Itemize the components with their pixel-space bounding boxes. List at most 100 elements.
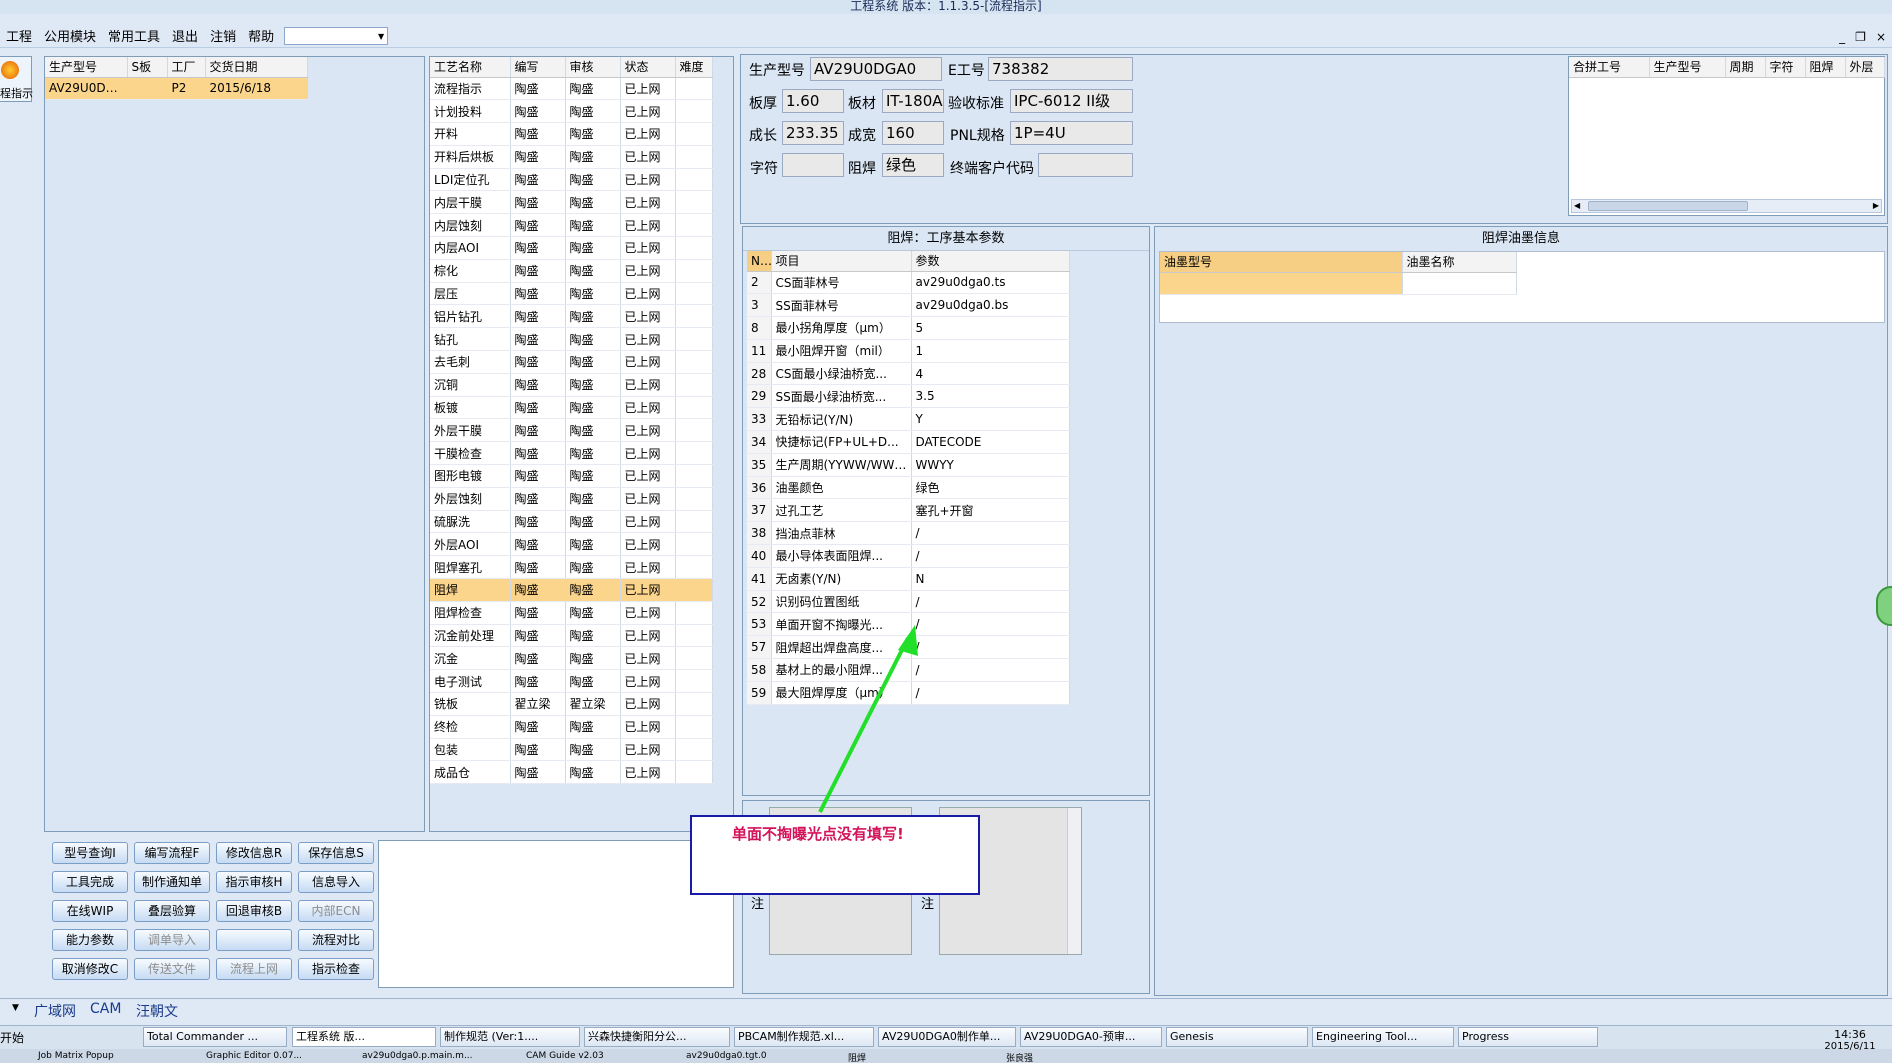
menu-item-common-tools[interactable]: 常用工具: [102, 26, 166, 45]
table-row[interactable]: 28 CS面最小绿油桥宽... 4: [747, 362, 1070, 386]
col-author[interactable]: 编写: [510, 57, 566, 78]
table-row[interactable]: 沉金 陶盛 陶盛 已上网: [430, 646, 713, 671]
width-field[interactable]: 160: [882, 121, 944, 145]
action-button[interactable]: 调单导入: [134, 929, 210, 951]
table-row[interactable]: 52 识别码位置图纸 /: [747, 590, 1070, 614]
table-row[interactable]: 35 生产周期(YYWW/WWYY) WWYY: [747, 453, 1070, 477]
note-scrollbar[interactable]: [1067, 808, 1081, 954]
scroll-left-icon[interactable]: ◀: [1574, 201, 1580, 210]
menu-item-logout[interactable]: 注销: [204, 26, 242, 45]
table-row[interactable]: 内层蚀刻 陶盛 陶盛 已上网: [430, 213, 713, 238]
start-button[interactable]: 开始: [0, 1029, 24, 1046]
col-value[interactable]: 参数: [911, 251, 1070, 272]
table-row[interactable]: 开料后烘板 陶盛 陶盛 已上网: [430, 145, 713, 169]
table-row[interactable]: 层压 陶盛 陶盛 已上网: [430, 282, 713, 306]
col-merge-mask[interactable]: 阻焊: [1805, 57, 1846, 78]
action-button[interactable]: 在线WIP: [52, 900, 128, 922]
table-row[interactable]: 外层蚀刻 陶盛 陶盛 已上网: [430, 487, 713, 511]
col-merge-char[interactable]: 字符: [1765, 57, 1806, 78]
action-button[interactable]: 修改信息R: [216, 842, 292, 864]
table-row[interactable]: 终检 陶盛 陶盛 已上网: [430, 715, 713, 739]
taskbar-button[interactable]: AV29U0DGA0-预审...: [1020, 1027, 1162, 1047]
col-no[interactable]: NO: [747, 251, 772, 272]
menu-item-exit[interactable]: 退出: [166, 26, 204, 45]
action-button[interactable]: 内部ECN: [298, 900, 374, 922]
table-row[interactable]: 8 最小拐角厚度（μm） 5: [747, 316, 1070, 340]
material-field[interactable]: IT-180A: [882, 89, 944, 113]
table-row[interactable]: 沉铜 陶盛 陶盛 已上网: [430, 373, 713, 397]
length-field[interactable]: 233.35: [782, 121, 844, 145]
table-row[interactable]: 阻焊检查 陶盛 陶盛 已上网: [430, 601, 713, 625]
taskbar-button[interactable]: Engineering Tool...: [1312, 1027, 1454, 1047]
mask-field[interactable]: 绿色: [882, 153, 944, 177]
table-row[interactable]: 内层AOI 陶盛 陶盛 已上网: [430, 236, 713, 260]
table-row[interactable]: 硫脲洗 陶盛 陶盛 已上网: [430, 510, 713, 534]
action-button[interactable]: 型号查询I: [52, 842, 128, 864]
e-no-field[interactable]: 738382: [988, 57, 1133, 81]
col-merge-no[interactable]: 合拼工号: [1569, 57, 1650, 78]
taskbar-button[interactable]: av29u0dga0.p.main.m...: [362, 1051, 473, 1061]
taskbar-button[interactable]: CAM Guide v2.03: [526, 1051, 604, 1061]
action-button[interactable]: 取消修改C: [52, 958, 128, 980]
table-row[interactable]: 电子测试 陶盛 陶盛 已上网: [430, 669, 713, 694]
table-row[interactable]: 40 最小导体表面阻焊... /: [747, 544, 1070, 568]
tab-wan[interactable]: 广域网: [34, 1001, 76, 1021]
action-button[interactable]: 回退审核B: [216, 900, 292, 922]
pnl-field[interactable]: 1P=4U: [1010, 121, 1133, 145]
col-difficulty[interactable]: 难度: [675, 57, 713, 78]
table-row[interactable]: 钻孔 陶盛 陶盛 已上网: [430, 327, 713, 352]
table-row[interactable]: 33 无铅标记(Y/N) Y: [747, 407, 1070, 432]
table-row[interactable]: 11 最小阻焊开窗（mil） 1: [747, 339, 1070, 363]
minimize-button[interactable]: _: [1839, 30, 1845, 44]
table-row[interactable]: [1160, 272, 1517, 296]
col-reviewer[interactable]: 审核: [565, 57, 621, 78]
table-row[interactable]: 内层干膜 陶盛 陶盛 已上网: [430, 190, 713, 215]
close-button[interactable]: ×: [1876, 30, 1886, 44]
table-row[interactable]: 37 过孔工艺 塞孔+开窗: [747, 498, 1070, 523]
taskbar-button[interactable]: PBCAM制作规范.xl...: [734, 1027, 874, 1047]
menu-item-project[interactable]: 工程: [0, 26, 38, 45]
table-row[interactable]: 流程指示 陶盛 陶盛 已上网: [430, 77, 713, 101]
action-button[interactable]: 传送文件: [134, 958, 210, 980]
action-button[interactable]: 能力参数: [52, 929, 128, 951]
taskbar-button[interactable]: av29u0dga0.tgt.0: [686, 1051, 767, 1061]
table-row[interactable]: 阻焊 陶盛 陶盛 已上网: [430, 578, 713, 602]
table-row[interactable]: 外层干膜 陶盛 陶盛 已上网: [430, 418, 713, 443]
side-tab[interactable]: 程指示: [0, 56, 33, 102]
table-row[interactable]: 去毛刺 陶盛 陶盛 已上网: [430, 350, 713, 374]
table-row[interactable]: 成品仓 陶盛 陶盛 已上网: [430, 760, 713, 785]
chevron-down-icon[interactable]: ▼: [12, 1003, 19, 1013]
menu-item-common-module[interactable]: 公用模块: [38, 26, 102, 45]
col-merge-period[interactable]: 周期: [1725, 57, 1766, 78]
taskbar-button[interactable]: 制作规范 (Ver:1....: [440, 1027, 580, 1047]
col-status[interactable]: 状态: [620, 57, 676, 78]
col-ink-name[interactable]: 油墨名称: [1402, 252, 1517, 273]
table-row[interactable]: 干膜检查 陶盛 陶盛 已上网: [430, 441, 713, 466]
restore-button[interactable]: ❐: [1855, 30, 1866, 44]
col-ink-model[interactable]: 油墨型号: [1160, 252, 1403, 273]
col-delivery-date[interactable]: 交货日期: [205, 57, 308, 78]
action-button[interactable]: 编写流程F: [134, 842, 210, 864]
col-s-board[interactable]: S板: [127, 57, 168, 78]
table-row[interactable]: 图形电镀 陶盛 陶盛 已上网: [430, 464, 713, 488]
action-button[interactable]: 叠层验算: [134, 900, 210, 922]
taskbar-button[interactable]: Job Matrix Popup: [38, 1051, 114, 1061]
table-row[interactable]: 34 快捷标记(FP+UL+D... DATECODE: [747, 430, 1070, 454]
action-button[interactable]: 保存信息S: [298, 842, 374, 864]
col-model[interactable]: 生产型号: [45, 57, 128, 78]
table-row[interactable]: 2 CS面菲林号 av29u0dga0.ts: [747, 271, 1070, 295]
action-button[interactable]: 流程上网: [216, 958, 292, 980]
taskbar-button[interactable]: AV29U0DGA0制作单...: [878, 1027, 1016, 1047]
table-row[interactable]: 38 挡油点菲林 /: [747, 521, 1070, 546]
edge-badge[interactable]: [1876, 586, 1892, 626]
table-row[interactable]: 包装 陶盛 陶盛 已上网: [430, 738, 713, 762]
standard-field[interactable]: IPC-6012 II级: [1010, 89, 1133, 113]
table-row[interactable]: 沉金前处理 陶盛 陶盛 已上网: [430, 624, 713, 648]
table-row[interactable]: 板镀 陶盛 陶盛 已上网: [430, 396, 713, 420]
taskbar-button[interactable]: Graphic Editor 0.07...: [206, 1051, 302, 1061]
tab-cam[interactable]: CAM: [90, 1001, 121, 1017]
message-box[interactable]: [378, 840, 734, 988]
table-row[interactable]: 开料 陶盛 陶盛 已上网: [430, 122, 713, 146]
col-item[interactable]: 项目: [771, 251, 912, 272]
menu-combo[interactable]: ▼: [284, 26, 389, 45]
